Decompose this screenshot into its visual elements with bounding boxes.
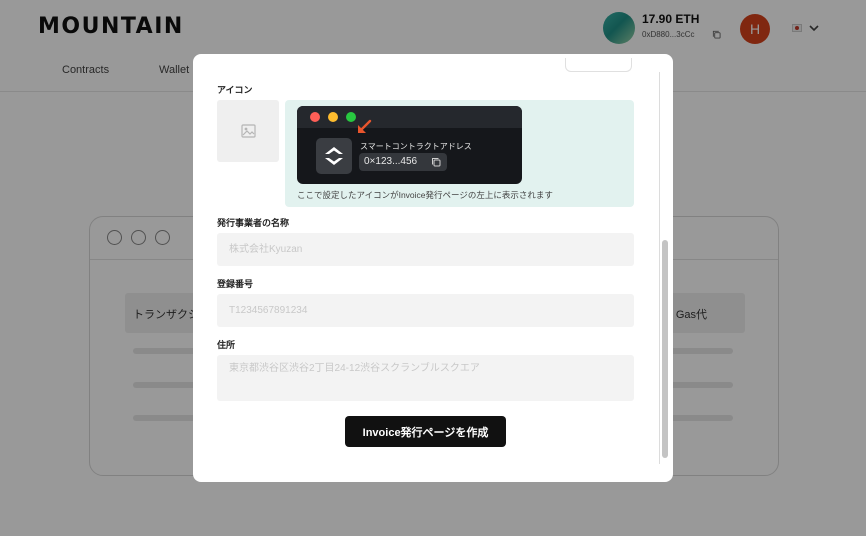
address-input[interactable] xyxy=(217,355,634,401)
invoice-settings-modal: アイコン スマートコントラクトアドレス 0×123...456 ここで設定したア… xyxy=(193,54,673,482)
contract-logo-icon xyxy=(316,138,352,174)
icon-preview-panel: スマートコントラクトアドレス 0×123...456 ここで設定したアイコンがI… xyxy=(285,100,634,207)
registration-number-label: 登録番号 xyxy=(217,279,254,289)
image-placeholder-icon xyxy=(241,124,256,138)
icon-label: アイコン xyxy=(217,85,253,95)
issuer-name-input[interactable] xyxy=(217,233,634,266)
copy-icon xyxy=(432,158,441,167)
create-invoice-page-button[interactable]: Invoice発行ページを作成 xyxy=(345,416,506,447)
scrolled-button-edge[interactable] xyxy=(565,58,632,72)
close-dot xyxy=(310,112,320,122)
preview-caption: ここで設定したアイコンがInvoice発行ページの左上に表示されます xyxy=(297,190,553,200)
issuer-name-label: 発行事業者の名称 xyxy=(217,218,290,228)
address-label: 住所 xyxy=(217,340,236,350)
minimize-dot xyxy=(328,112,338,122)
preview-window: スマートコントラクトアドレス 0×123...456 xyxy=(297,106,522,184)
scrollbar-thumb[interactable] xyxy=(662,240,668,458)
smart-contract-label: スマートコントラクトアドレス xyxy=(360,142,472,151)
arrow-icon xyxy=(358,119,372,133)
scrollbar-track[interactable] xyxy=(659,72,660,464)
contract-address-pill: 0×123...456 xyxy=(359,153,447,171)
icon-upload-area[interactable] xyxy=(217,100,279,162)
contract-address: 0×123...456 xyxy=(364,156,418,167)
registration-number-input[interactable] xyxy=(217,294,634,327)
